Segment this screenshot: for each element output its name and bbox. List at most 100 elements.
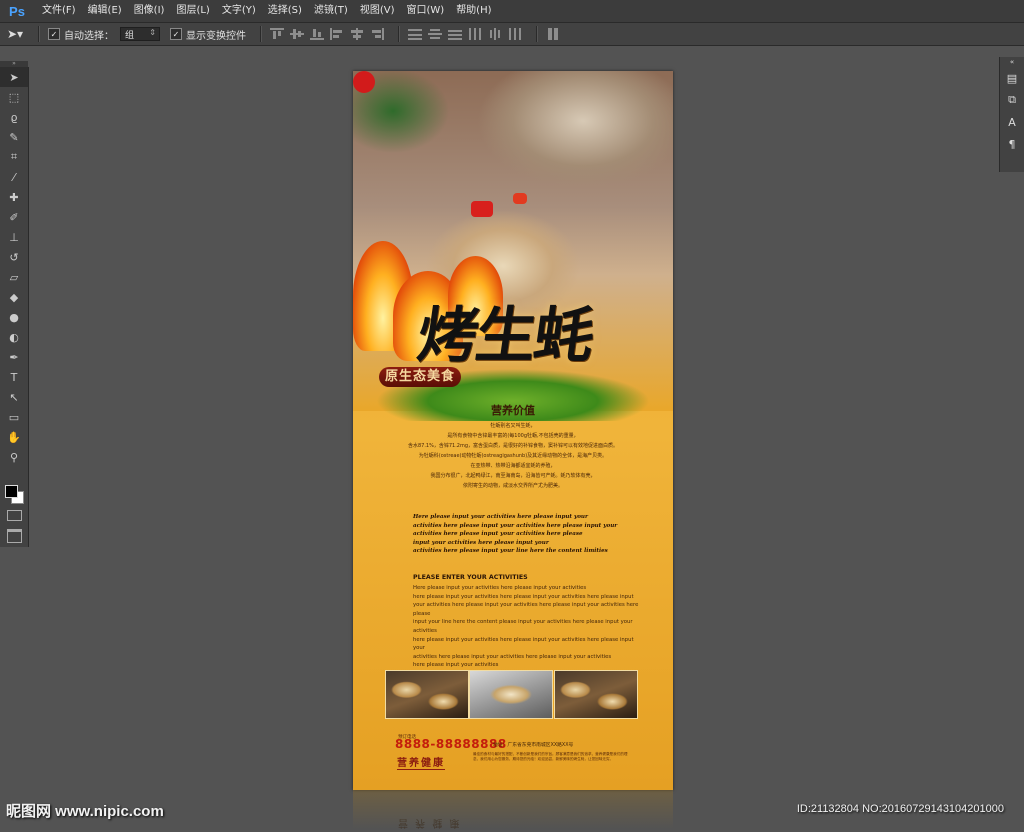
menu-select[interactable]: 选择(S) [262,0,308,22]
watermark-right: ID:21132804 NO:20160729143104201000 [796,803,1004,815]
eyedropper-icon[interactable]: ⁄ [0,167,28,187]
paragraph-icon[interactable]: ¶ [1000,133,1024,155]
distribute-bottom-icon[interactable] [448,28,462,40]
panel-collapse-icon[interactable]: » [0,61,28,67]
clone-stamp-icon[interactable]: ⊥ [0,227,28,247]
script-line: activities here please input your activi… [413,531,583,538]
body-line: 依附寄生的动物，咸淡水交界所产尤为肥美。 [462,483,563,489]
divider [398,26,400,42]
healing-brush-icon[interactable]: ✚ [0,187,28,207]
auto-align-icon[interactable] [546,28,560,40]
activities-line: your activities here please input your a… [413,602,639,617]
menu-layer[interactable]: 图层(L) [170,0,215,22]
show-transform-label: 显示变换控件 [186,30,246,42]
photoshop-logo-icon: Ps [9,3,25,19]
script-line: input your activities here please input … [413,539,549,546]
menu-filter[interactable]: 滤镜(T) [308,0,354,22]
move-tool-preset-icon[interactable]: ➤▾ [0,27,30,41]
distribute-right-icon[interactable] [508,28,522,40]
red-pepper-garnish [353,71,375,93]
watermark-left: 昵图网 www.nipic.com [6,803,164,820]
move-icon[interactable]: ➤ [0,67,28,87]
poster-title: 烤生蚝 [413,301,598,371]
menu-help[interactable]: 帮助(H) [450,0,497,22]
oyster-thumbnail [469,670,553,719]
brush-icon[interactable]: ✐ [0,207,28,227]
body-line: 在亚热带、热带沿海都适宜蚝的养殖， [470,463,556,469]
red-pepper-garnish [471,201,493,217]
auto-select-dropdown[interactable]: 组 [120,27,160,41]
align-hcenter-icon[interactable] [350,28,364,40]
health-slogan: 营养健康 [397,754,445,770]
menu-type[interactable]: 文字(Y) [216,0,262,22]
screen-mode-icon[interactable] [7,529,22,543]
activities-line: input your line here the content please … [413,619,633,634]
oyster-thumbnail [385,670,469,719]
type-icon[interactable]: T [0,367,28,387]
blur-icon[interactable]: ● [0,307,28,327]
oyster-thumbnail [554,670,638,719]
dodge-icon[interactable]: ◐ [0,327,28,347]
activities-line: here please input your activities [413,662,499,669]
menu-file[interactable]: 文件(F) [36,0,82,22]
activities-line: here please input your activities here p… [413,593,634,600]
divider [536,26,538,42]
distribute-top-icon[interactable] [408,28,422,40]
distribute-hcenter-icon[interactable] [488,28,502,40]
align-bottom-icon[interactable] [310,28,324,40]
pen-icon[interactable]: ✒ [0,347,28,367]
red-pepper-garnish [513,193,527,204]
fine-print: 最佳的食材与最好的搭配，不断创新是我们的宗旨。顾客满意是我们的追求，营养健康是我… [473,752,628,761]
crop-icon[interactable]: ⌗ [0,147,28,167]
hand-icon[interactable]: ✋ [0,427,28,447]
layers-icon[interactable]: ⧉ [1000,89,1024,111]
activities-body: Here please input your activities here p… [413,584,643,670]
align-vcenter-icon[interactable] [290,28,304,40]
eraser-icon[interactable]: ▱ [0,267,28,287]
character-icon[interactable]: A [1000,111,1024,133]
body-line: 是所有食物中含锌最丰富的(每100g牡蛎,不包括壳的重量， [447,433,579,439]
align-top-icon[interactable] [270,28,284,40]
lasso-icon[interactable]: ϱ [0,107,28,127]
history-brush-icon[interactable]: ↺ [0,247,28,267]
menu-image[interactable]: 图像(I) [128,0,171,22]
align-right-icon[interactable] [370,28,384,40]
script-line: activities here please input your activi… [413,522,618,529]
zoom-icon[interactable]: ⚲ [0,447,28,467]
nutrition-heading: 营养价值 [491,404,535,417]
options-bar: ➤▾ ✓ 自动选择： 组 ✓ 显示变换控件 [0,23,1024,46]
reflection-text: 营 养 健 康 [398,817,462,828]
nutrition-body: 牡蛎别名又叫生蚝， 是所有食物中含锌最丰富的(每100g牡蛎,不包括壳的重量， … [393,421,633,491]
adjustments-icon[interactable]: ▤ [1000,67,1024,89]
auto-select-checkbox[interactable]: ✓ [48,28,60,40]
rectangle-icon[interactable]: ▭ [0,407,28,427]
body-line: 牡蛎别名又叫生蚝， [490,423,536,429]
menu-edit[interactable]: 编辑(E) [82,0,128,22]
script-line: Here please input your activities here p… [413,514,588,520]
tools-panel: » ➤ ⬚ ϱ ✎ ⌗ ⁄ ✚ ✐ ⊥ ↺ ▱ ◆ ● ◐ ✒ T ↖ ▭ ✋ … [0,61,29,547]
align-left-icon[interactable] [330,28,344,40]
script-text-block: Here please input your activities here p… [413,513,643,556]
body-line: 为牡蛎科(ostreae)动物牡蛎(ostreagigashunb)及其近缘动物… [418,453,608,459]
phone-number: 8888-88888888 [395,737,507,751]
activities-line: activities here please input your activi… [413,653,612,660]
menu-window[interactable]: 窗口(W) [400,0,450,22]
paint-bucket-icon[interactable]: ◆ [0,287,28,307]
body-line: 含水87.1%，含锌71.2mg，富含蛋白质，是很好的补锌食物，窦补锌可以有效地… [407,443,619,449]
poster-subtitle: 原生态美食 [379,367,462,387]
distribute-left-icon[interactable] [468,28,482,40]
show-transform-checkbox[interactable]: ✓ [170,28,182,40]
panel-collapse-icon[interactable]: « [1000,57,1024,67]
foreground-color-swatch[interactable] [5,485,18,498]
address-text: 地址：广东省东莞市南城区XX路XX号 [493,743,574,748]
document-canvas[interactable]: 烤生蚝 原生态美食 营养价值 牡蛎别名又叫生蚝， 是所有食物中含锌最丰富的(每1… [353,71,673,790]
distribute-vcenter-icon[interactable] [428,28,442,40]
script-line: activities here please input your line h… [413,548,608,555]
path-select-icon[interactable]: ↖ [0,387,28,407]
body-line: 我国分布很广，北起鸭绿江，南至海南岛，沿海皆可产蚝。蚝乃软体有壳， [430,473,596,479]
quick-mask-icon[interactable] [7,510,22,521]
menu-view[interactable]: 视图(V) [354,0,401,22]
marquee-icon[interactable]: ⬚ [0,87,28,107]
menu-bar: Ps 文件(F) 编辑(E) 图像(I) 图层(L) 文字(Y) 选择(S) 滤… [0,0,1024,23]
quick-select-icon[interactable]: ✎ [0,127,28,147]
